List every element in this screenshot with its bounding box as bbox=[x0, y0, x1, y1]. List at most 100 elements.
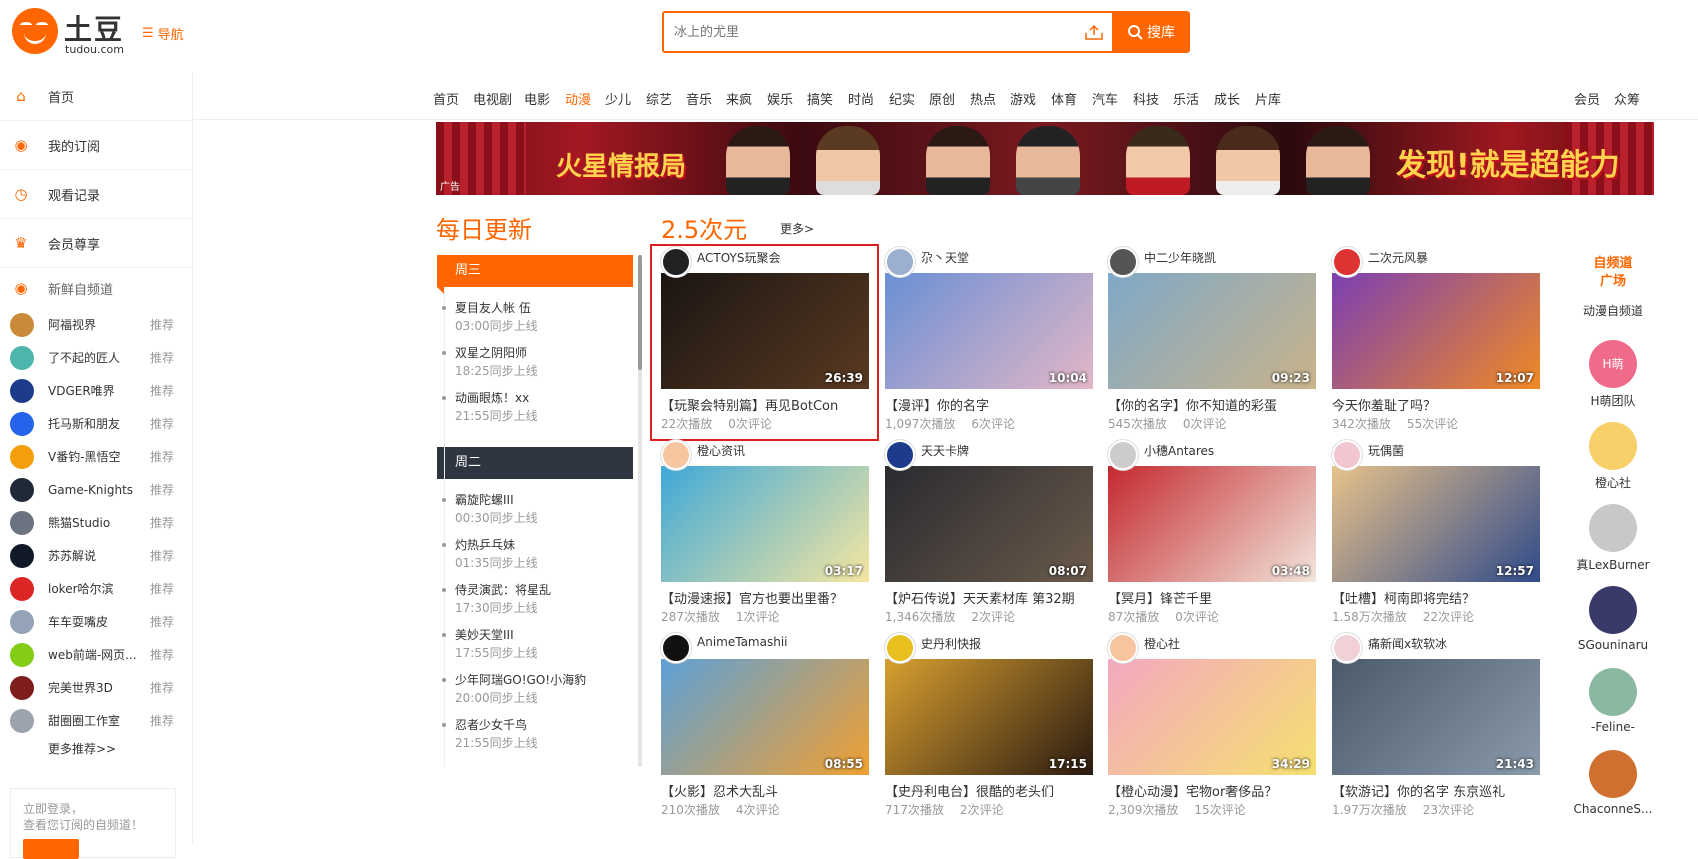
uploader-avatar[interactable] bbox=[661, 633, 691, 663]
channel-tab[interactable]: 综艺 bbox=[646, 89, 672, 108]
uploader-name[interactable]: 中二少年晓凯 bbox=[1144, 249, 1216, 266]
channel-square-item[interactable]: 真LexBurner bbox=[1563, 504, 1663, 573]
subscription-item[interactable]: V番钓-黑悟空 推荐 bbox=[0, 440, 192, 473]
video-card[interactable]: 痛新闻x软软冰 21:43 【软游记】你的名字 东京巡礼 1.97万次播放 23次评论 bbox=[1332, 633, 1540, 825]
channel-tab[interactable]: 搞笑 bbox=[807, 89, 833, 108]
video-title[interactable]: 【吐槽】柯南即将完结？ bbox=[1332, 588, 1540, 607]
subscription-item[interactable]: 托马斯和朋友 推荐 bbox=[0, 407, 192, 440]
uploader-name[interactable]: 小穗Antares bbox=[1144, 442, 1214, 459]
uploader-avatar[interactable] bbox=[661, 440, 691, 470]
uploader-avatar[interactable] bbox=[1332, 247, 1362, 277]
tudou-logo-icon[interactable] bbox=[12, 8, 58, 54]
video-title[interactable]: 【你的名字】你不知道的彩蛋 bbox=[1108, 395, 1316, 414]
video-card[interactable]: 玩偶菌 12:57 【吐槽】柯南即将完结？ 1.58万次播放 22次评论 bbox=[1332, 440, 1540, 632]
video-thumbnail[interactable]: 03:17 bbox=[661, 466, 869, 582]
subscription-item[interactable]: VDGER唯界 推荐 bbox=[0, 374, 192, 407]
channel-square-item[interactable]: -Feline- bbox=[1563, 668, 1663, 734]
search-input[interactable] bbox=[664, 13, 1064, 51]
brand-name[interactable]: 土豆 bbox=[64, 8, 124, 48]
channel-tab[interactable]: 动漫 bbox=[565, 89, 591, 108]
schedule-item[interactable]: 霸旋陀螺III 00:30同步上线 bbox=[442, 491, 538, 527]
video-title[interactable]: 【冥月】锋芒千里 bbox=[1108, 588, 1316, 607]
video-thumbnail[interactable]: 21:43 bbox=[1332, 659, 1540, 775]
uploader-avatar[interactable] bbox=[1332, 633, 1362, 663]
video-thumbnail[interactable]: 12:07 bbox=[1332, 273, 1540, 389]
video-card[interactable]: 中二少年晓凯 09:23 【你的名字】你不知道的彩蛋 545次播放 0次评论 bbox=[1108, 247, 1316, 439]
video-thumbnail[interactable]: 03:48 bbox=[1108, 466, 1316, 582]
channel-tab[interactable]: 音乐 bbox=[686, 89, 712, 108]
channel-tab[interactable]: 成长 bbox=[1214, 89, 1240, 108]
video-title[interactable]: 【漫评】你的名字 bbox=[885, 395, 1093, 414]
schedule-item[interactable]: 动画眼炼！xx 21:55同步上线 bbox=[442, 389, 538, 425]
channel-square-item[interactable]: 动漫自频道 bbox=[1563, 302, 1663, 319]
video-title[interactable]: 【炉石传说】天天素材库 第32期 bbox=[885, 588, 1093, 607]
section-more-link[interactable]: 更多> bbox=[780, 220, 814, 237]
subscription-item[interactable]: 了不起的匠人 推荐 bbox=[0, 341, 192, 374]
schedule-item[interactable]: 少年阿瑞GO!GO!小海豹 20:00同步上线 bbox=[441, 671, 586, 707]
video-title[interactable]: 今天你羞耻了吗？ bbox=[1332, 395, 1540, 414]
uploader-avatar[interactable] bbox=[1332, 440, 1362, 470]
subscription-item[interactable]: web前端-网页... 推荐 bbox=[0, 638, 192, 671]
nav-menu-button[interactable]: ☰ 导航 bbox=[142, 24, 184, 43]
subscription-item[interactable]: 甜圈圈工作室 推荐 bbox=[0, 704, 192, 737]
channel-tab[interactable]: 首页 bbox=[433, 89, 459, 108]
schedule-item[interactable]: 美妙天堂III 17:55同步上线 bbox=[442, 626, 538, 662]
uploader-name[interactable]: 尕丶天堂 bbox=[921, 249, 969, 266]
channel-tab[interactable]: 来疯 bbox=[726, 89, 752, 108]
uploader-name[interactable]: 橙心社 bbox=[1144, 635, 1180, 652]
channel-tab[interactable]: 电影 bbox=[524, 89, 550, 108]
video-card[interactable]: 天天卡牌 08:07 【炉石传说】天天素材库 第32期 1,346次播放 2次评论 bbox=[885, 440, 1093, 632]
channel-tab[interactable]: 体育 bbox=[1051, 89, 1077, 108]
video-card[interactable]: 二次元风暴 12:07 今天你羞耻了吗？ 342次播放 55次评论 bbox=[1332, 247, 1540, 439]
sidebar-item-1[interactable]: ◉ 我的订阅 bbox=[0, 121, 192, 170]
video-thumbnail[interactable]: 34:29 bbox=[1108, 659, 1316, 775]
uploader-avatar[interactable] bbox=[885, 633, 915, 663]
channel-square-item[interactable]: H萌 H萌团队 bbox=[1563, 340, 1663, 409]
schedule-scroll-thumb[interactable] bbox=[638, 255, 642, 370]
channel-square-item[interactable]: SGouninaru bbox=[1563, 586, 1663, 652]
channel-square-item[interactable]: ChaconneS... bbox=[1563, 750, 1663, 816]
channel-tab[interactable]: 少儿 bbox=[605, 89, 631, 108]
channel-square-item[interactable]: 橙心社 bbox=[1563, 422, 1663, 491]
video-thumbnail[interactable]: 10:04 bbox=[885, 273, 1093, 389]
video-title[interactable]: 【火影】忍术大乱斗 bbox=[661, 781, 869, 800]
schedule-item[interactable]: 夏目友人帐 伍 03:00同步上线 bbox=[442, 299, 538, 335]
video-card[interactable]: 史丹利快报 17:15 【史丹利电台】很酷的老头们 717次播放 2次评论 bbox=[885, 633, 1093, 825]
channel-tab[interactable]: 游戏 bbox=[1010, 89, 1036, 108]
channel-tab[interactable]: 电视剧 bbox=[473, 89, 512, 108]
uploader-avatar[interactable] bbox=[1108, 633, 1138, 663]
video-thumbnail[interactable]: 08:07 bbox=[885, 466, 1093, 582]
uploader-avatar[interactable] bbox=[1108, 247, 1138, 277]
subscription-item[interactable]: 熊猫Studio 推荐 bbox=[0, 506, 192, 539]
channel-square-title[interactable]: 自频道 广场 bbox=[1568, 255, 1658, 291]
tab-wednesday[interactable]: 周三 bbox=[437, 255, 633, 287]
video-card[interactable]: AnimeTamashii 08:55 【火影】忍术大乱斗 210次播放 4次评论 bbox=[661, 633, 869, 825]
uploader-avatar[interactable] bbox=[885, 440, 915, 470]
channel-right-link[interactable]: 众筹 bbox=[1614, 89, 1640, 108]
video-thumbnail[interactable]: 17:15 bbox=[885, 659, 1093, 775]
uploader-name[interactable]: 天天卡牌 bbox=[921, 442, 969, 459]
schedule-item[interactable]: 双星之阴阳师 18:25同步上线 bbox=[442, 344, 538, 380]
ad-banner[interactable]: 火星情报局 发现!就是超能力 广告 bbox=[436, 122, 1654, 195]
uploader-name[interactable]: 橙心资讯 bbox=[697, 442, 745, 459]
video-title[interactable]: 【史丹利电台】很酷的老头们 bbox=[885, 781, 1093, 800]
uploader-avatar[interactable] bbox=[885, 247, 915, 277]
login-button[interactable] bbox=[23, 839, 79, 859]
channel-tab[interactable]: 娱乐 bbox=[767, 89, 793, 108]
schedule-item[interactable]: 灼热乒乓妹 01:35同步上线 bbox=[442, 536, 538, 572]
uploader-avatar[interactable] bbox=[1108, 440, 1138, 470]
uploader-name[interactable]: 痛新闻x软软冰 bbox=[1368, 635, 1447, 652]
sidebar-item-2[interactable]: ◷ 观看记录 bbox=[0, 170, 192, 219]
channel-tab[interactable]: 乐活 bbox=[1173, 89, 1199, 108]
subscription-item[interactable]: 阿福视界 推荐 bbox=[0, 308, 192, 341]
channel-tab[interactable]: 片库 bbox=[1255, 89, 1281, 108]
subscription-item[interactable]: 完美世界3D 推荐 bbox=[0, 671, 192, 704]
channel-tab[interactable]: 汽车 bbox=[1092, 89, 1118, 108]
schedule-item[interactable]: 忍者少女千鸟 21:55同步上线 bbox=[442, 716, 538, 752]
channel-tab[interactable]: 科技 bbox=[1133, 89, 1159, 108]
channel-tab[interactable]: 时尚 bbox=[848, 89, 874, 108]
channel-tab[interactable]: 热点 bbox=[970, 89, 996, 108]
subscription-item[interactable]: 苏苏解说 推荐 bbox=[0, 539, 192, 572]
video-title[interactable]: 【软游记】你的名字 东京巡礼 bbox=[1332, 781, 1540, 800]
sidebar-item-0[interactable]: ⌂ 首页 bbox=[0, 72, 192, 121]
